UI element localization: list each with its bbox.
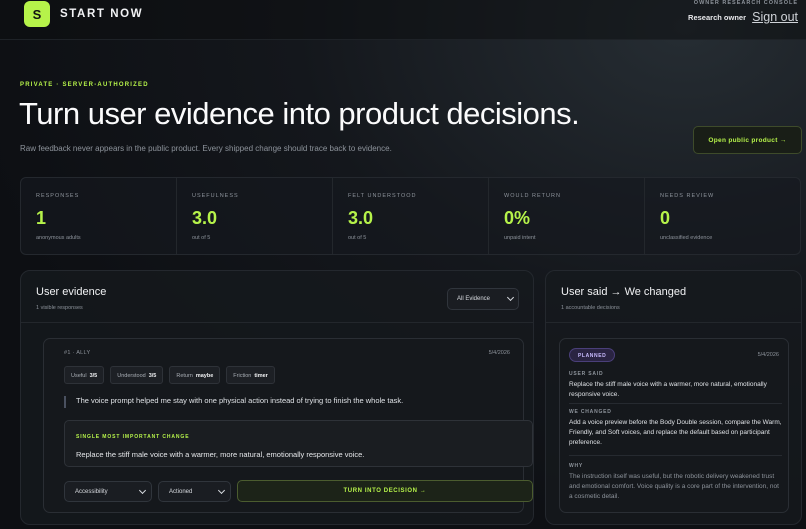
logo[interactable]: S bbox=[24, 1, 50, 27]
stat-label: RESPONSES bbox=[36, 193, 80, 199]
stat-note: out of 5 bbox=[348, 235, 367, 241]
chip-value: 3/5 bbox=[148, 373, 157, 379]
top-bar: S START NOW OWNER RESEARCH CONSOLE Resea… bbox=[0, 0, 806, 40]
divider bbox=[546, 322, 801, 323]
owner-label: Research owner bbox=[688, 13, 746, 22]
decision-date: 5/4/2026 bbox=[757, 352, 779, 358]
stat-note: unclassified evidence bbox=[660, 235, 713, 241]
chevron-down-icon bbox=[217, 486, 226, 495]
stat-value: 0 bbox=[660, 208, 671, 228]
stat-label: USEFULNESS bbox=[192, 193, 239, 199]
stat-note: anonymous adults bbox=[36, 235, 81, 241]
stat-label: FELT UNDERSTOOD bbox=[348, 193, 417, 199]
stat-label: NEEDS REVIEW bbox=[660, 193, 715, 199]
panel-subtitle: 1 accountable decisions bbox=[561, 305, 620, 311]
chip-label: Friction bbox=[233, 373, 252, 379]
chip-understood: Understood 3/5 bbox=[110, 366, 164, 384]
turn-into-decision-button[interactable]: TURN INTO DECISION → bbox=[237, 480, 533, 502]
evidence-quote: The voice prompt helped me stay with one… bbox=[64, 396, 403, 408]
stat-value: 3.0 bbox=[192, 208, 218, 228]
stat-felt-understood: FELT UNDERSTOOD 3.0 out of 5 bbox=[333, 178, 489, 254]
why-text: The instruction itself was useful, but t… bbox=[569, 473, 779, 500]
user-said-label: USER SAID bbox=[569, 371, 604, 377]
status-value: Actioned bbox=[169, 489, 193, 495]
important-change-label: SINGLE MOST IMPORTANT CHANGE bbox=[76, 434, 190, 440]
why-label: WHY bbox=[569, 463, 584, 469]
chip-label: Useful bbox=[71, 373, 87, 379]
panel-subtitle: 1 visible responses bbox=[36, 305, 83, 311]
panel-title: User evidence bbox=[36, 286, 107, 298]
chip-value: timer bbox=[254, 373, 268, 379]
stat-usefulness: USEFULNESS 3.0 out of 5 bbox=[177, 178, 333, 254]
filter-value: All Evidence bbox=[457, 296, 491, 302]
console-label: OWNER RESEARCH CONSOLE bbox=[693, 0, 798, 6]
chip-return: Return maybe bbox=[169, 366, 221, 384]
we-changed-label: WE CHANGED bbox=[569, 409, 612, 415]
divider bbox=[21, 322, 533, 323]
page-title: Turn user evidence into product decision… bbox=[19, 96, 580, 131]
page-subtitle: Raw feedback never appears in the public… bbox=[20, 144, 392, 153]
stat-would-return: WOULD RETURN 0% unpaid intent bbox=[489, 178, 645, 254]
divider bbox=[569, 455, 782, 456]
sign-out-link[interactable]: Sign out bbox=[752, 10, 798, 24]
evidence-filter-select[interactable]: All Evidence bbox=[447, 288, 519, 310]
category-select[interactable]: Accessibility bbox=[64, 481, 152, 502]
chevron-down-icon bbox=[506, 293, 515, 302]
stat-value: 1 bbox=[36, 208, 47, 228]
evidence-date: 5/4/2026 bbox=[488, 350, 510, 356]
user-said-text: Replace the stiff male voice with a warm… bbox=[569, 381, 767, 398]
chip-value: 3/5 bbox=[89, 373, 98, 379]
chevron-down-icon bbox=[138, 486, 147, 495]
stat-needs-review: NEEDS REVIEW 0 unclassified evidence bbox=[645, 178, 800, 254]
category-value: Accessibility bbox=[75, 489, 108, 495]
we-changed-text: Add a voice preview before the Body Doub… bbox=[569, 419, 782, 446]
chip-label: Understood bbox=[117, 373, 146, 379]
stat-value: 3.0 bbox=[348, 208, 374, 228]
evidence-card: #1 · ALLY 5/4/2026 Useful 3/5 Understood 3… bbox=[43, 338, 533, 513]
most-important-change-box: SINGLE MOST IMPORTANT CHANGE Replace the… bbox=[64, 420, 533, 467]
stats-bar: RESPONSES 1 anonymous adults USEFULNESS … bbox=[20, 177, 801, 255]
stat-responses: RESPONSES 1 anonymous adults bbox=[21, 178, 177, 254]
decisions-panel: User said → We changed 1 accountable dec… bbox=[545, 270, 802, 525]
panel-title: User said → We changed bbox=[561, 286, 687, 298]
chip-friction: Friction timer bbox=[226, 366, 275, 384]
user-evidence-panel: User evidence 1 visible responses All Ev… bbox=[20, 270, 534, 525]
brand-name[interactable]: START NOW bbox=[60, 8, 143, 20]
chip-value: maybe bbox=[195, 373, 214, 379]
evidence-id: #1 · ALLY bbox=[64, 350, 91, 356]
hero-kicker: PRIVATE · SERVER-AUTHORIZED bbox=[20, 82, 149, 88]
decision-card: PLANNED 5/4/2026 USER SAID Replace the s… bbox=[559, 338, 789, 513]
stat-label: WOULD RETURN bbox=[504, 193, 561, 199]
chip-useful: Useful 3/5 bbox=[64, 366, 105, 384]
chip-label: Return bbox=[176, 373, 193, 379]
evidence-chips: Useful 3/5 Understood 3/5 Return maybe Fric… bbox=[64, 366, 275, 384]
divider bbox=[569, 403, 782, 404]
stat-value: 0% bbox=[504, 208, 531, 228]
status-select[interactable]: Actioned bbox=[158, 481, 231, 502]
status-badge: PLANNED bbox=[569, 348, 616, 362]
stat-note: unpaid intent bbox=[504, 235, 536, 241]
important-change-text: Replace the stiff male voice with a warm… bbox=[76, 450, 365, 459]
open-public-product-button[interactable]: Open public product → bbox=[693, 126, 802, 154]
stat-note: out of 5 bbox=[192, 235, 211, 241]
